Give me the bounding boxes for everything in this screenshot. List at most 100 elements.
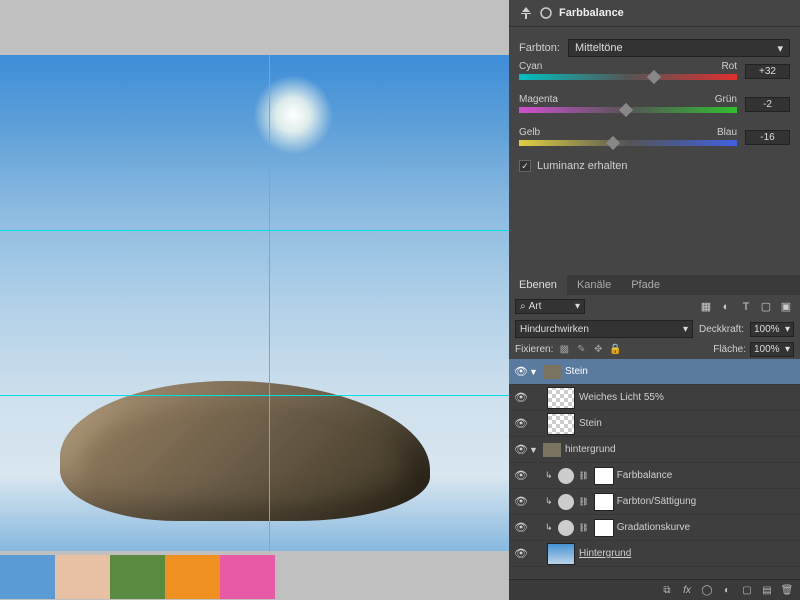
link-icon: ⛓ [579, 497, 589, 506]
filter-smart-icon[interactable]: ▣ [778, 300, 794, 314]
layer-row[interactable]: 👁↳⛓Farbbalance [509, 463, 800, 489]
panel-title: Farbbalance [559, 7, 624, 19]
adjustment-icon [558, 468, 574, 484]
slider-right-label: Blau [717, 127, 737, 138]
lock-pixels-icon[interactable]: ✎ [574, 343, 588, 357]
folder-arrow-icon[interactable]: ▼ [529, 367, 539, 377]
layer-name[interactable]: Weiches Licht 55% [579, 392, 664, 403]
new-layer-icon[interactable]: ▤ [760, 583, 774, 597]
opacity-label: Deckkraft: [699, 324, 744, 335]
layer-name[interactable]: Gradationskurve [617, 522, 690, 533]
visibility-toggle[interactable]: 👁 [513, 469, 529, 482]
document-canvas[interactable] [0, 55, 509, 551]
new-group-icon[interactable]: ▢ [740, 583, 754, 597]
layer-name[interactable]: Hintergrund [579, 548, 631, 559]
layer-row[interactable]: 👁 Stein [509, 411, 800, 437]
filter-pixel-icon[interactable]: ▦ [698, 300, 714, 314]
lock-all-icon[interactable]: 🔒 [608, 343, 622, 357]
layer-name[interactable]: Stein [565, 366, 588, 377]
layer-name[interactable]: hintergrund [565, 444, 616, 455]
guide-horizontal[interactable] [0, 230, 509, 231]
visibility-toggle[interactable]: 👁 [513, 521, 529, 534]
layer-row[interactable]: 👁 ↳ ⛓ Gradationskurve [509, 515, 800, 541]
visibility-toggle[interactable]: 👁 [513, 417, 529, 430]
layer-thumb[interactable] [547, 413, 575, 435]
balance-icon [519, 6, 533, 20]
layer-fx-icon[interactable]: fx [680, 583, 694, 597]
slider-thumb[interactable] [619, 103, 633, 117]
layer-row[interactable]: 👁 Hintergrund [509, 541, 800, 567]
tab-ebenen[interactable]: Ebenen [509, 275, 567, 295]
color-swatches [0, 555, 275, 599]
layer-row[interactable]: 👁▼ Stein [509, 359, 800, 385]
layer-name[interactable]: Farbbalance [617, 470, 673, 481]
layer-row[interactable]: 👁 Weiches Licht 55% [509, 385, 800, 411]
tab-pfade[interactable]: Pfade [621, 275, 670, 295]
folder-arrow-icon[interactable]: ▼ [529, 445, 539, 455]
tone-label: Farbton: [519, 42, 560, 54]
lock-position-icon[interactable]: ✥ [591, 343, 605, 357]
new-adjustment-icon[interactable]: ◐ [720, 583, 734, 597]
guide-horizontal[interactable] [0, 395, 509, 396]
layer-thumb[interactable] [547, 543, 575, 565]
opacity-input[interactable]: 100%▾ [750, 322, 794, 337]
visibility-toggle[interactable]: 👁 [513, 443, 529, 456]
panel-tabs: EbenenKanälePfade [509, 275, 800, 295]
slider-right-label: Rot [721, 61, 737, 72]
slider-value-input[interactable]: +32 [745, 64, 790, 79]
filter-type-icon[interactable]: T [738, 300, 754, 314]
color-swatch[interactable] [55, 555, 110, 599]
folder-icon [543, 365, 561, 379]
filter-adjustment-icon[interactable]: ◐ [718, 300, 734, 314]
color-swatch[interactable] [110, 555, 165, 599]
lock-label: Fixieren: [515, 344, 553, 355]
visibility-toggle[interactable]: 👁 [513, 495, 529, 508]
slider-value-input[interactable]: -2 [745, 97, 790, 112]
blend-mode-select[interactable]: Hindurchwirken ▾ [515, 320, 693, 338]
slider-value-input[interactable]: -16 [745, 130, 790, 145]
chevron-down-icon: ▾ [785, 324, 790, 335]
folder-icon [543, 443, 561, 457]
layer-filter-select[interactable]: ⌕ Art ▾ [515, 299, 585, 314]
layer-row[interactable]: 👁 ↳ ⛓ Farbton/Sättigung [509, 489, 800, 515]
delete-layer-icon[interactable]: 🗑 [780, 583, 794, 597]
lock-transparency-icon[interactable]: ▩ [557, 343, 571, 357]
layer-thumb[interactable] [547, 387, 575, 409]
layer-row[interactable]: 👁▼ hintergrund [509, 437, 800, 463]
tab-kanäle[interactable]: Kanäle [567, 275, 621, 295]
layer-name[interactable]: Farbton/Sättigung [617, 496, 697, 507]
search-icon: ⌕ [520, 301, 526, 312]
link-icon: ⛓ [579, 523, 589, 532]
chevron-down-icon: ▾ [683, 324, 688, 335]
rock-shape [60, 381, 430, 521]
layer-name[interactable]: Stein [579, 418, 602, 429]
color-swatch[interactable] [0, 555, 55, 599]
fill-label: Fläche: [713, 344, 746, 355]
tone-value: Mitteltöne [575, 42, 623, 54]
clip-indicator-icon: ↳ [545, 496, 553, 507]
color-slider[interactable] [519, 74, 737, 80]
filter-shape-icon[interactable]: ▢ [758, 300, 774, 314]
guide-vertical[interactable] [269, 55, 270, 551]
color-slider[interactable] [519, 140, 737, 146]
link-layers-icon[interactable]: ⧉ [660, 583, 674, 597]
color-slider[interactable] [519, 107, 737, 113]
add-mask-icon[interactable]: ◯ [700, 583, 714, 597]
fill-input[interactable]: 100%▾ [750, 342, 794, 357]
adjustment-icon [558, 520, 574, 536]
color-swatch[interactable] [220, 555, 275, 599]
preserve-luminance-checkbox[interactable]: ✓ [519, 160, 531, 172]
layer-mask-thumb[interactable] [594, 467, 614, 485]
layer-mask-thumb[interactable] [594, 493, 614, 511]
color-swatch[interactable] [165, 555, 220, 599]
slider-thumb[interactable] [647, 70, 661, 84]
tone-select[interactable]: Mitteltöne ▾ [568, 39, 790, 57]
slider-thumb[interactable] [606, 136, 620, 150]
layer-mask-thumb[interactable] [594, 519, 614, 537]
chevron-down-icon: ▾ [777, 42, 783, 55]
visibility-toggle[interactable]: 👁 [513, 547, 529, 560]
visibility-toggle[interactable]: 👁 [513, 391, 529, 404]
chevron-down-icon: ▾ [785, 344, 790, 355]
clip-indicator-icon: ↳ [545, 522, 553, 533]
visibility-toggle[interactable]: 👁 [513, 365, 529, 378]
